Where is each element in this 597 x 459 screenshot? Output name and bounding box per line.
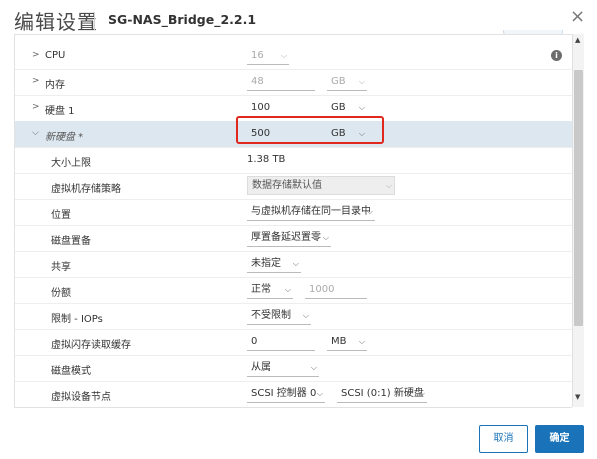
chevron-down-icon: ⌵ (310, 363, 317, 372)
shares-label: 份额 (51, 288, 71, 299)
storage-policy-select: 数据存储默认值 ⌵ (247, 176, 395, 195)
expand-chevron-icon[interactable]: > (32, 102, 40, 112)
row-provisioning: 磁盘置备 厚置备延迟置零 ⌵ (15, 225, 572, 252)
max-size-value: 1.38 TB (247, 154, 286, 165)
max-size-label: 大小上限 (51, 158, 91, 169)
location-select[interactable]: 与虚拟机存储在同一目录中 ⌵ (247, 203, 375, 221)
provisioning-label: 磁盘置备 (51, 236, 91, 247)
disk1-size-input[interactable]: 100 (247, 99, 315, 117)
chevron-down-icon: ⌵ (280, 51, 287, 60)
row-max-size: 大小上限 1.38 TB (15, 147, 572, 174)
row-flash-cache: 虚拟闪存读取缓存 0 MB ⌵ (15, 329, 572, 356)
chevron-down-icon: ⌵ (358, 337, 365, 346)
title-separator (94, 12, 95, 30)
chevron-down-icon: ⌵ (322, 233, 329, 242)
expand-chevron-icon[interactable]: > (32, 76, 40, 86)
dialog-title: 编辑设置 (14, 10, 98, 34)
memory-label: 内存 (45, 80, 65, 91)
chevron-down-icon: ⌵ (418, 389, 425, 398)
row-memory: > 内存 48 GB ⌵ (15, 69, 572, 96)
scroll-down-icon[interactable]: ▼ (575, 393, 580, 401)
row-device-node: 虚拟设备节点 SCSI 控制器 0 ⌵ SCSI (0:1) 新硬盘 ⌵ (15, 381, 572, 407)
chevron-down-icon: ⌵ (366, 207, 373, 216)
cpu-label: CPU (45, 50, 66, 61)
row-storage-policy: 虚拟机存储策略 数据存储默认值 ⌵ (15, 173, 572, 200)
provisioning-select[interactable]: 厚置备延迟置零 ⌵ (247, 229, 331, 247)
limit-iops-select[interactable]: 不受限制 ⌵ (247, 307, 311, 325)
disk1-label: 硬盘 1 (45, 106, 75, 117)
storage-policy-label: 虚拟机存储策略 (51, 184, 121, 195)
device-node-select[interactable]: SCSI (0:1) 新硬盘 ⌵ (337, 385, 427, 403)
row-location: 位置 与虚拟机存储在同一目录中 ⌵ (15, 199, 572, 226)
flash-cache-label: 虚拟闪存读取缓存 (51, 340, 131, 351)
chevron-down-icon: ⌵ (316, 389, 323, 398)
shares-number-input: 1000 (305, 281, 367, 299)
row-sharing: 共享 未指定 ⌵ (15, 251, 572, 278)
row-limit-iops: 限制 - IOPs 不受限制 ⌵ (15, 303, 572, 330)
row-cpu: > CPU 16 ⌵ i (15, 43, 572, 70)
row-shares: 份额 正常 ⌵ 1000 (15, 277, 572, 304)
new-disk-label: 新硬盘 * (45, 132, 84, 143)
red-highlight-box (236, 116, 384, 144)
ok-button[interactable]: 确定 (535, 425, 584, 453)
sharing-label: 共享 (51, 262, 71, 273)
location-label: 位置 (51, 210, 71, 221)
scroll-thumb[interactable] (574, 70, 583, 326)
chevron-down-icon: ⌵ (358, 103, 365, 112)
expand-chevron-icon[interactable]: > (32, 50, 40, 60)
disk1-unit-select[interactable]: GB ⌵ (327, 99, 367, 117)
cancel-button[interactable]: 取消 (479, 425, 528, 453)
scroll-up-icon[interactable]: ▲ (575, 36, 580, 44)
chevron-down-icon: ⌵ (302, 311, 309, 320)
chevron-down-icon: ⌵ (284, 285, 291, 294)
disk-mode-select[interactable]: 从属 ⌵ (247, 359, 319, 377)
memory-unit-select: GB ⌵ (327, 73, 367, 91)
scrollbar[interactable]: ▲ ▼ (572, 34, 584, 407)
chevron-down-icon: ⌵ (385, 181, 392, 190)
chevron-down-icon: ⌵ (358, 77, 365, 86)
row-disk-mode: 磁盘模式 从属 ⌵ (15, 355, 572, 382)
memory-input: 48 (247, 73, 315, 91)
vm-name: SG-NAS_Bridge_2.2.1 (108, 12, 257, 27)
settings-panel: > CPU 16 ⌵ i > 内存 48 GB ⌵ > 硬盘 1 100 GB … (14, 34, 572, 408)
cpu-value: 16 (251, 50, 264, 61)
device-node-label: 虚拟设备节点 (51, 392, 111, 403)
info-icon[interactable]: i (551, 50, 562, 61)
limit-iops-label: 限制 - IOPs (51, 314, 103, 325)
controller-select[interactable]: SCSI 控制器 0 ⌵ (247, 385, 325, 403)
flash-cache-input[interactable]: 0 (247, 333, 315, 351)
chevron-down-icon: ⌵ (292, 259, 299, 268)
collapse-chevron-icon[interactable]: ⌵ (32, 128, 39, 138)
flash-cache-unit-select[interactable]: MB ⌵ (327, 333, 367, 351)
sharing-select[interactable]: 未指定 ⌵ (247, 255, 301, 273)
shares-select[interactable]: 正常 ⌵ (247, 281, 293, 299)
cpu-select: 16 ⌵ (247, 47, 289, 65)
close-icon[interactable]: × (570, 6, 585, 27)
disk-mode-label: 磁盘模式 (51, 366, 91, 377)
